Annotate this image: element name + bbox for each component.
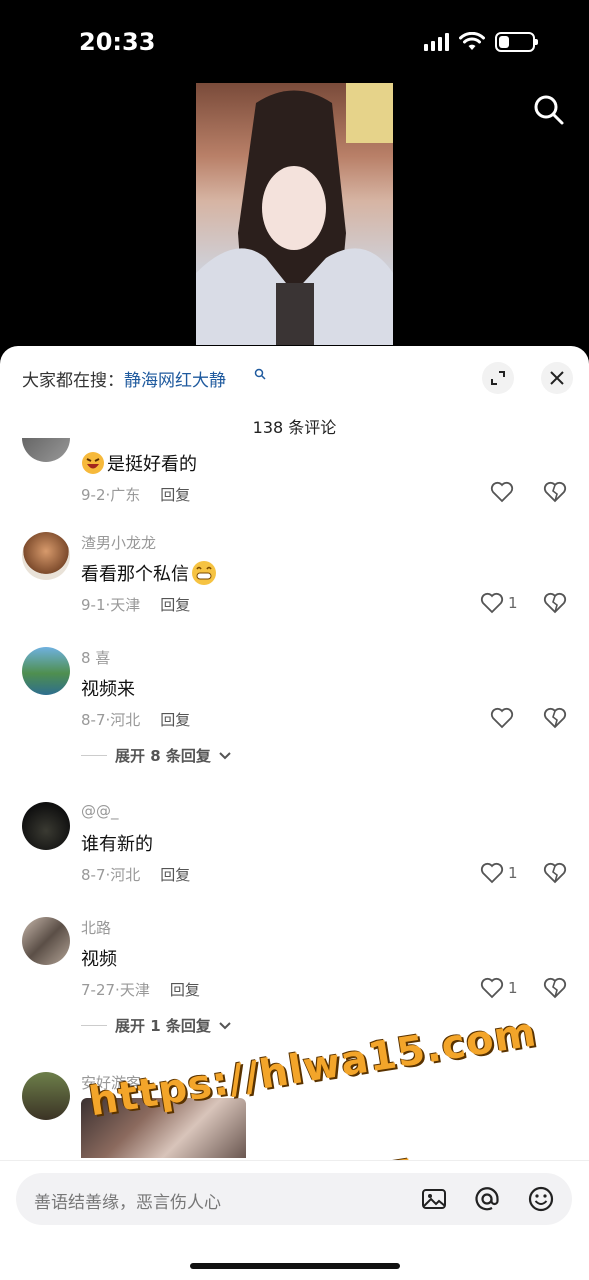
comment-body: 看看那个私信 [81,564,189,585]
comment-input-bar: 善语结善缘，恶言伤人心 [0,1160,589,1280]
status-time: 20:33 [79,28,156,56]
broken-heart-icon[interactable] [543,862,567,884]
reply-button[interactable]: 回复 [160,596,190,614]
status-bar: 20:33 [0,0,589,80]
avatar[interactable] [22,1072,70,1120]
like-button[interactable] [490,481,514,503]
broken-heart-icon[interactable] [543,977,567,999]
avatar[interactable] [22,438,70,462]
avatar[interactable] [22,647,70,695]
search-icon[interactable] [531,92,567,128]
comment-sheet-header: 大家都在搜：静海网红大静 138 条评论 [0,346,589,437]
heart-icon [490,707,514,729]
comment-date: 8-7 [81,711,106,729]
comment-meta: 8-7·河北 回复 [81,866,191,884]
trending-query[interactable]: 静海网红大静 [124,371,226,391]
like-button[interactable]: 1 [480,862,518,884]
comment-text: 视频 [81,945,117,971]
wifi-icon [459,32,485,50]
magnifier-icon [254,368,266,380]
broken-heart-icon[interactable] [543,481,567,503]
comment-input[interactable]: 善语结善缘，恶言伤人心 [16,1173,572,1225]
comment-body: 视频来 [81,679,135,700]
reply-button[interactable]: 回复 [170,981,200,999]
comment-count: 138 条评论 [252,418,337,437]
avatar[interactable] [22,532,70,580]
comment-location: 天津 [110,596,141,614]
trending-label: 大家都在搜： [22,371,124,391]
comment-text: 是挺好看的 [81,450,197,476]
like-button[interactable]: 1 [480,592,518,614]
comment-date: 9-2 [81,486,106,504]
home-indicator[interactable] [190,1263,400,1269]
expand-replies-label: 展开 8 条回复 [115,747,211,765]
comment-meta: 8-7·河北 回复 [81,711,191,729]
expand-replies-label: 展开 1 条回复 [115,1017,211,1035]
image-icon[interactable] [420,1185,448,1213]
comment-location: 广东 [110,486,141,504]
close-icon [550,371,564,385]
comment-location: 河北 [110,711,141,729]
comment-location: 天津 [119,981,150,999]
reply-button[interactable]: 回复 [160,711,190,729]
comment-text: 视频来 [81,675,135,701]
comment-username[interactable]: 渣男小龙龙 [81,532,156,553]
heart-icon [480,592,504,614]
emoji-icon[interactable] [527,1185,555,1213]
status-icons [424,32,538,52]
chevron-down-icon [219,751,231,759]
comment-meta: 7-27·天津 回复 [81,981,200,999]
avatar[interactable] [22,917,70,965]
comment-sheet: 大家都在搜：静海网红大静 138 条评论 是挺好看的 9-2·广东 回复 渣男小… [0,346,589,1280]
comment-date: 7-27 [81,981,116,999]
comment-date: 9-1 [81,596,106,614]
like-count: 1 [508,979,518,997]
comment-body: 谁有新的 [81,834,153,855]
close-sheet-button[interactable] [541,362,573,394]
comment-username[interactable]: 北路 [81,917,111,938]
comment-meta: 9-1·天津 回复 [81,596,191,614]
divider [81,1025,107,1026]
video-frame-illustration [196,83,393,345]
laughing-emoji-icon [82,452,104,474]
battery-icon [495,32,538,52]
like-button[interactable] [490,707,514,729]
heart-icon [480,977,504,999]
comment-body: 视频 [81,949,117,970]
comment-text: 看看那个私信 [81,560,217,586]
comment-location: 河北 [110,866,141,884]
reply-button[interactable]: 回复 [160,866,190,884]
trending-search[interactable]: 大家都在搜：静海网红大静 [22,366,226,391]
avatar[interactable] [22,802,70,850]
expand-replies-button[interactable]: 展开 1 条回复 [81,1015,231,1036]
comment-username[interactable]: 8 喜 [81,647,110,668]
comment-text: 谁有新的 [81,830,153,856]
comment-username[interactable]: @@_ [81,802,119,820]
like-button[interactable]: 1 [480,977,518,999]
comment-meta: 9-2·广东 回复 [81,486,191,504]
comment-input-placeholder: 善语结善缘，恶言伤人心 [34,1193,221,1213]
mention-icon[interactable] [473,1185,501,1213]
broken-heart-icon[interactable] [543,707,567,729]
heart-icon [480,862,504,884]
expand-icon [491,371,505,385]
grin-emoji-icon [192,561,216,585]
cellular-signal-icon [424,33,449,51]
broken-heart-icon[interactable] [543,592,567,614]
expand-replies-button[interactable]: 展开 8 条回复 [81,745,231,766]
expand-sheet-button[interactable] [482,362,514,394]
divider [81,755,107,756]
heart-icon [490,481,514,503]
comment-body: 是挺好看的 [107,454,197,475]
video-thumbnail[interactable] [196,83,393,345]
like-count: 1 [508,864,518,882]
comment-date: 8-7 [81,866,106,884]
like-count: 1 [508,594,518,612]
reply-button[interactable]: 回复 [160,486,190,504]
chevron-down-icon [219,1021,231,1029]
